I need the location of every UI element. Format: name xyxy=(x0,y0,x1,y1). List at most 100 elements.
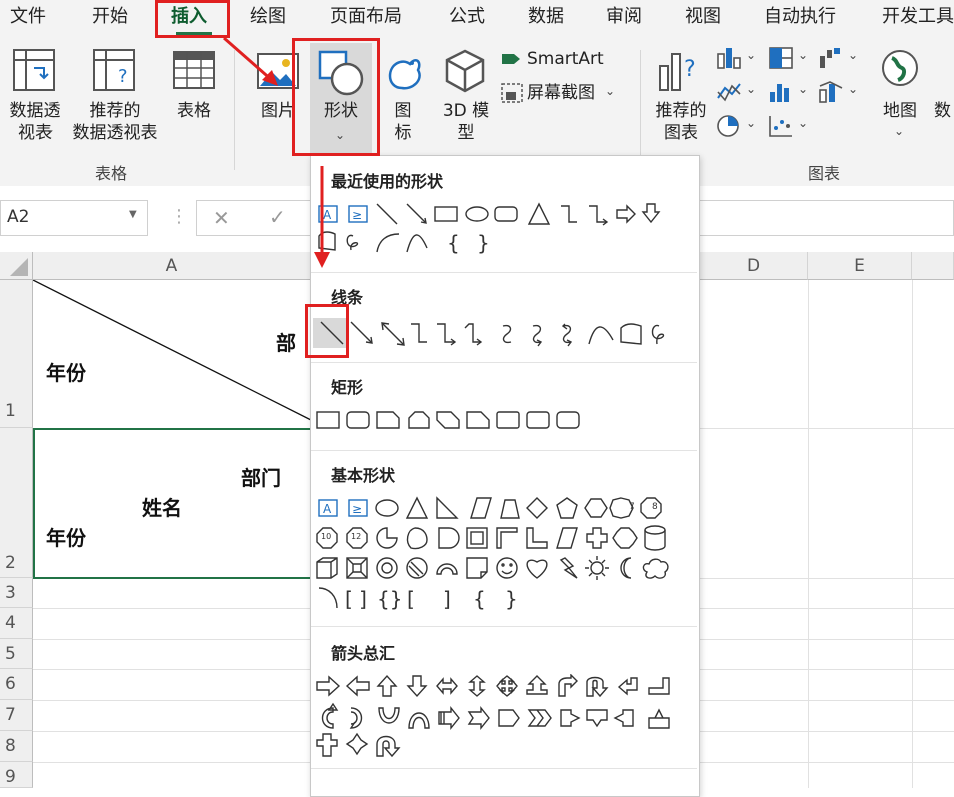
svg-text:[ ]: [ ] xyxy=(345,587,367,611)
icons-icon[interactable] xyxy=(384,50,424,94)
row-header-2[interactable]: 2 xyxy=(0,428,33,578)
pivot-dropdown-mark: ⌄ xyxy=(45,122,56,136)
waterfall-chart-icon[interactable] xyxy=(818,46,844,70)
hierarchy-chart-chevron-down-icon[interactable]: ⌄ xyxy=(798,48,808,62)
3d-model-label[interactable]: 3D 模 型 xyxy=(436,100,496,144)
gridline xyxy=(808,280,809,788)
screenshot-chevron-down-icon[interactable]: ⌄ xyxy=(605,84,615,98)
screenshot-label[interactable]: 屏幕截图 xyxy=(527,82,595,104)
block-arrows-gallery[interactable] xyxy=(315,674,685,764)
svg-text:A: A xyxy=(323,208,332,222)
name-box[interactable]: A2 ▼ xyxy=(0,200,148,236)
section-divider xyxy=(311,450,697,451)
column-chart-chevron-down-icon[interactable]: ⌄ xyxy=(746,48,756,62)
3d-model-icon[interactable] xyxy=(444,48,486,94)
section-divider xyxy=(311,626,697,627)
cell-a2-bottom-left-text: 年份 xyxy=(46,526,86,550)
svg-text:A: A xyxy=(323,502,332,516)
pivot-chart-label-partial[interactable]: 数 xyxy=(934,100,951,122)
pivot-table-icon[interactable] xyxy=(12,48,56,92)
group-separator xyxy=(234,50,235,170)
combo-chart-icon[interactable] xyxy=(818,80,844,104)
pie-chart-chevron-down-icon[interactable]: ⌄ xyxy=(746,116,756,130)
svg-text:?: ? xyxy=(118,66,128,87)
line-chart-icon[interactable] xyxy=(716,80,742,104)
svg-text:}: } xyxy=(505,587,518,611)
lines-gallery[interactable] xyxy=(315,316,685,352)
table-label[interactable]: 表格 xyxy=(172,100,216,122)
combo-chart-chevron-down-icon[interactable]: ⌄ xyxy=(848,82,858,96)
highlight-line-shape xyxy=(305,304,349,358)
tab-automate[interactable]: 自动执行 xyxy=(764,4,836,30)
recommended-charts-icon[interactable]: ? xyxy=(656,48,702,94)
row-header-8[interactable]: 8 xyxy=(0,731,33,762)
section-divider xyxy=(311,272,697,273)
row-header-1[interactable]: 1 xyxy=(0,280,33,428)
column-header-f[interactable] xyxy=(912,252,954,280)
smartart-label[interactable]: SmartArt xyxy=(527,48,604,70)
recent-shapes-gallery[interactable]: A ≥ { } xyxy=(315,200,675,260)
formula-bar-grip-icon[interactable]: ⋮ xyxy=(170,206,188,227)
select-all-corner[interactable] xyxy=(0,252,33,280)
column-header-d[interactable]: D xyxy=(700,252,808,280)
cell-a1-top-right-text: 部 xyxy=(276,331,296,355)
recommended-pivot-label[interactable]: 推荐的 数据透视表 xyxy=(68,100,162,144)
map-chevron-down-icon[interactable]: ⌄ xyxy=(894,124,904,138)
cell-a1-bottom-left-text: 年份 xyxy=(46,361,86,385)
row-header-9[interactable]: 9 xyxy=(0,762,33,788)
statistic-chart-icon[interactable] xyxy=(768,80,794,104)
menu-bar: 文件 开始 插入 绘图 页面布局 公式 数据 审阅 视图 自动执行 开发工具 xyxy=(0,0,954,36)
recommended-pivot-icon[interactable]: ? xyxy=(92,48,136,92)
basic-shapes-gallery[interactable]: A ≥ [] {} [] {} xyxy=(315,496,685,616)
tables-group-label: 表格 xyxy=(95,164,128,183)
svg-text:?: ? xyxy=(684,57,696,82)
tab-file[interactable]: 文件 xyxy=(10,4,46,30)
dodecagon-label-12: 12 xyxy=(351,532,362,541)
charts-group-label: 图表 xyxy=(808,164,841,183)
rectangles-gallery[interactable] xyxy=(315,408,615,434)
column-header-a[interactable]: A xyxy=(33,252,311,280)
svg-text:]: ] xyxy=(443,587,451,611)
tab-review[interactable]: 审阅 xyxy=(606,4,642,30)
tab-draw[interactable]: 绘图 xyxy=(250,4,286,30)
tab-data[interactable]: 数据 xyxy=(528,4,564,30)
waterfall-chart-chevron-down-icon[interactable]: ⌄ xyxy=(848,48,858,62)
cell-a2-middle-text: 姓名 xyxy=(142,496,182,520)
name-box-value: A2 xyxy=(7,207,30,227)
name-box-chevron-down-icon[interactable]: ▼ xyxy=(129,209,137,220)
map-label[interactable]: 地图 xyxy=(878,100,922,122)
svg-text:≥: ≥ xyxy=(352,502,362,516)
recommended-charts-label[interactable]: 推荐的 图表 xyxy=(650,100,712,144)
screenshot-icon[interactable] xyxy=(500,82,524,104)
row-header-4[interactable]: 4 xyxy=(0,608,33,639)
tab-developer[interactable]: 开发工具 xyxy=(882,4,954,30)
row-header-6[interactable]: 6 xyxy=(0,669,33,700)
row-header-5[interactable]: 5 xyxy=(0,639,33,669)
icons-label[interactable]: 图 标 xyxy=(388,100,418,144)
column-header-e[interactable]: E xyxy=(808,252,912,280)
scatter-chart-icon[interactable] xyxy=(768,114,794,138)
line-chart-chevron-down-icon[interactable]: ⌄ xyxy=(746,82,756,96)
map-globe-icon[interactable] xyxy=(880,48,920,88)
table-icon[interactable] xyxy=(172,48,216,92)
octagon-label-8: 8 xyxy=(652,502,658,512)
row-header-7[interactable]: 7 xyxy=(0,700,33,731)
column-chart-icon[interactable] xyxy=(716,46,742,70)
smartart-icon[interactable] xyxy=(500,50,524,68)
tab-page-layout[interactable]: 页面布局 xyxy=(330,4,402,30)
tab-formulas[interactable]: 公式 xyxy=(449,4,485,30)
gridline xyxy=(912,280,913,788)
cancel-icon[interactable]: ✕ xyxy=(213,206,230,230)
pie-chart-icon[interactable] xyxy=(716,114,742,138)
enter-icon[interactable]: ✓ xyxy=(269,205,286,229)
tab-home[interactable]: 开始 xyxy=(92,4,128,30)
cell-a1[interactable] xyxy=(33,280,311,428)
scatter-chart-chevron-down-icon[interactable]: ⌄ xyxy=(798,116,808,130)
tab-view[interactable]: 视图 xyxy=(685,4,721,30)
pivot-table-label[interactable]: 数据透 视表 xyxy=(4,100,66,144)
svg-text:}: } xyxy=(477,231,490,255)
statistic-chart-chevron-down-icon[interactable]: ⌄ xyxy=(798,82,808,96)
row-header-3[interactable]: 3 xyxy=(0,578,33,608)
rectangles-title: 矩形 xyxy=(331,378,364,397)
hierarchy-chart-icon[interactable] xyxy=(768,46,794,70)
